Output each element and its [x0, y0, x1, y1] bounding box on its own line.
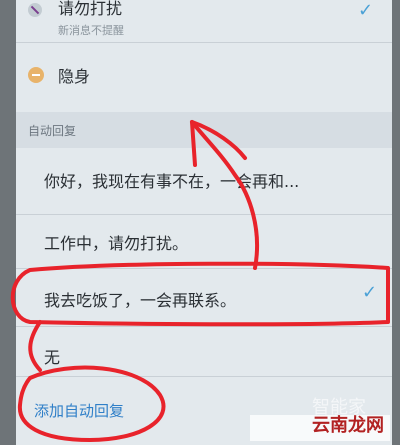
- connector-stroke: [28, 320, 42, 372]
- arrow-head-left: [190, 120, 197, 167]
- add-link-circle: [17, 365, 166, 442]
- watermark-brand: 云南龙网: [312, 415, 384, 436]
- arrow-up-stroke: [190, 120, 260, 270]
- highlight-loop: [10, 261, 390, 327]
- annotation-overlay: [10, 120, 390, 442]
